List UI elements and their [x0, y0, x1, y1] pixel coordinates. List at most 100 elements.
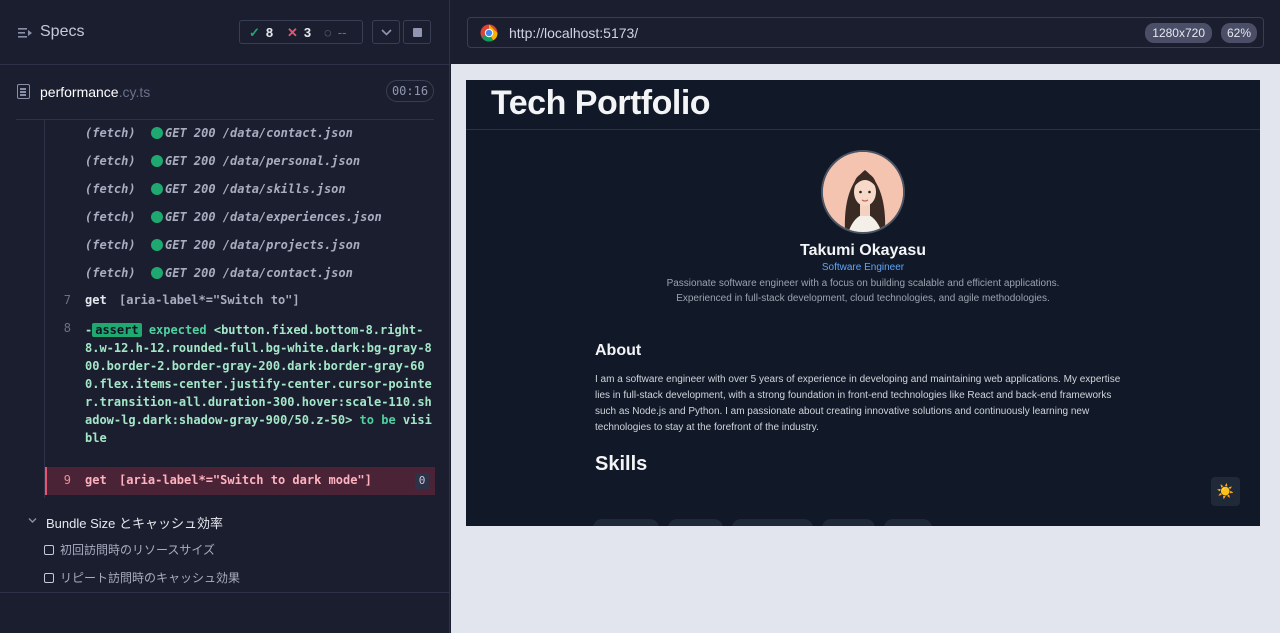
status-dot-icon	[151, 267, 163, 279]
failed-get-command[interactable]: 9 get [aria-label*="Switch to dark mode"…	[45, 467, 435, 495]
document-icon	[17, 84, 30, 99]
sun-icon: ☀️	[1216, 483, 1235, 499]
assert-message: - assert expected <button.fixed.bottom-8.…	[85, 321, 433, 447]
specs-list-icon[interactable]	[17, 25, 33, 41]
passed-count: 8	[265, 25, 274, 40]
skill-chip	[822, 519, 875, 526]
site-title: Tech Portfolio	[491, 84, 711, 122]
pending-stat: ◌ --	[324, 25, 346, 40]
fetch-command[interactable]: (fetch) GET 200 /data/skills.json	[45, 176, 435, 204]
chevron-down-icon	[381, 29, 392, 36]
skill-chip	[732, 519, 813, 526]
fetch-message: GET 200 /data/skills.json	[165, 182, 346, 196]
chrome-icon	[480, 24, 498, 42]
fetch-label: (fetch)	[85, 154, 136, 168]
command-number: 7	[63, 293, 71, 307]
fetch-message: GET 200 /data/projects.json	[165, 238, 361, 252]
command-number: 9	[63, 473, 71, 487]
command-list: (fetch) GET 200 /data/contact.json (fetc…	[44, 120, 435, 498]
fetch-label: (fetch)	[85, 182, 136, 196]
app-under-test: Tech Portfolio Takumi Okayasu Software E…	[466, 80, 1260, 526]
spec-file-basename: performance	[40, 84, 119, 100]
status-dot-icon	[151, 211, 163, 223]
about-text: I am a software engineer with over 5 yea…	[595, 374, 1121, 433]
test-title: リピート訪問時のキャッシュ効果	[60, 571, 241, 585]
spec-file-header: performance.cy.ts 00:16	[16, 65, 434, 120]
fetch-label: (fetch)	[85, 126, 136, 140]
assert-to-be: to be	[359, 413, 396, 427]
failed-count: 3	[303, 25, 312, 40]
test-item[interactable]: 初回訪問時のリソースサイズ	[44, 540, 424, 560]
specs-header: Specs ✓ 8 ✕ 3 ◌ --	[0, 0, 450, 65]
status-dot-icon	[151, 127, 163, 139]
skill-chip	[884, 519, 932, 526]
test-title: 初回訪問時のリソースサイズ	[60, 543, 216, 557]
test-stats: ✓ 8 ✕ 3 ◌ --	[239, 20, 363, 44]
viewport-size-badge: 1280x720	[1145, 23, 1212, 43]
passed-stat: ✓ 8	[249, 25, 273, 41]
fetch-command[interactable]: (fetch) GET 200 /data/contact.json	[45, 120, 435, 148]
fetch-message: GET 200 /data/contact.json	[165, 266, 353, 280]
skill-chip	[593, 519, 659, 526]
element-count-badge: 0	[415, 473, 429, 489]
person-name: Takumi Okayasu	[800, 242, 926, 259]
fetch-command[interactable]: (fetch) GET 200 /data/contact.json	[45, 260, 435, 288]
fetch-label: (fetch)	[85, 210, 136, 224]
fetch-message: GET 200 /data/contact.json	[165, 126, 353, 140]
profile-avatar	[821, 150, 905, 234]
divider	[0, 592, 450, 593]
spec-file-name[interactable]: performance.cy.ts	[40, 84, 150, 100]
status-dot-icon	[151, 239, 163, 251]
command-name: get	[85, 473, 107, 487]
chevron-down-icon[interactable]	[28, 516, 37, 525]
failed-stat: ✕ 3	[287, 25, 311, 41]
url-text: http://localhost:5173/	[509, 25, 639, 41]
skill-chip	[668, 519, 723, 526]
person-role: Software Engineer	[821, 262, 905, 273]
pending-count: --	[337, 25, 347, 40]
theme-toggle-button[interactable]: ☀️	[1211, 477, 1240, 506]
test-status-icon	[44, 545, 54, 555]
spec-file-ext: .cy.ts	[118, 84, 151, 100]
command-log-panel: Specs ✓ 8 ✕ 3 ◌ -- performance.cy.ts 00:16 …	[0, 0, 450, 633]
specs-title[interactable]: Specs	[40, 23, 84, 41]
command-arg: [aria-label*="Switch to"]	[119, 293, 300, 307]
fetch-command[interactable]: (fetch) GET 200 /data/projects.json	[45, 232, 435, 260]
test-status-icon	[44, 573, 54, 583]
spec-duration: 00:16	[386, 80, 434, 102]
stop-button[interactable]	[403, 20, 431, 44]
check-icon: ✓	[249, 25, 260, 40]
zoom-badge: 62%	[1220, 23, 1257, 43]
browser-pane: http://localhost:5173/ 1280x720 62% Tech…	[451, 0, 1280, 633]
fetch-command[interactable]: (fetch) GET 200 /data/experiences.json	[45, 204, 435, 232]
command-number: 8	[63, 321, 71, 335]
spinner-icon: ◌	[324, 25, 332, 40]
url-bar[interactable]: http://localhost:5173/ 1280x720 62%	[467, 17, 1264, 48]
chevron-dropdown-button[interactable]	[372, 20, 400, 44]
assert-command[interactable]: 8 - assert expected <button.fixed.bottom-…	[45, 315, 435, 465]
person-description: Passionate software engineer with a focu…	[666, 278, 1060, 304]
assert-expected: expected	[148, 323, 207, 337]
avatar-illustration	[823, 152, 903, 232]
browser-toolbar: http://localhost:5173/ 1280x720 62%	[451, 0, 1280, 64]
skills-heading: Skills	[595, 453, 648, 475]
status-dot-icon	[151, 183, 163, 195]
get-command[interactable]: 7 get [aria-label*="Switch to"]	[45, 287, 435, 315]
fetch-message: GET 200 /data/personal.json	[165, 154, 361, 168]
assert-badge: assert	[92, 323, 142, 337]
status-dot-icon	[151, 155, 163, 167]
cross-icon: ✕	[287, 25, 298, 40]
cypress-runner: Specs ✓ 8 ✕ 3 ◌ -- performance.cy.ts 00:16 …	[0, 0, 1280, 633]
assert-selector: <button.fixed.bottom-8.right-8.w-12.h-12…	[85, 323, 432, 427]
stop-icon	[413, 28, 422, 37]
site-header: Tech Portfolio	[466, 80, 1260, 130]
fetch-message: GET 200 /data/experiences.json	[165, 210, 382, 224]
about-heading: About	[595, 342, 642, 359]
fetch-label: (fetch)	[85, 238, 136, 252]
test-item[interactable]: リピート訪問時のキャッシュ効果	[44, 568, 424, 588]
suite-title[interactable]: Bundle Size とキャッシュ効率	[46, 513, 223, 532]
fetch-label: (fetch)	[85, 266, 136, 280]
command-name: get	[85, 293, 107, 307]
command-arg: [aria-label*="Switch to dark mode"]	[119, 473, 372, 487]
fetch-command[interactable]: (fetch) GET 200 /data/personal.json	[45, 148, 435, 176]
